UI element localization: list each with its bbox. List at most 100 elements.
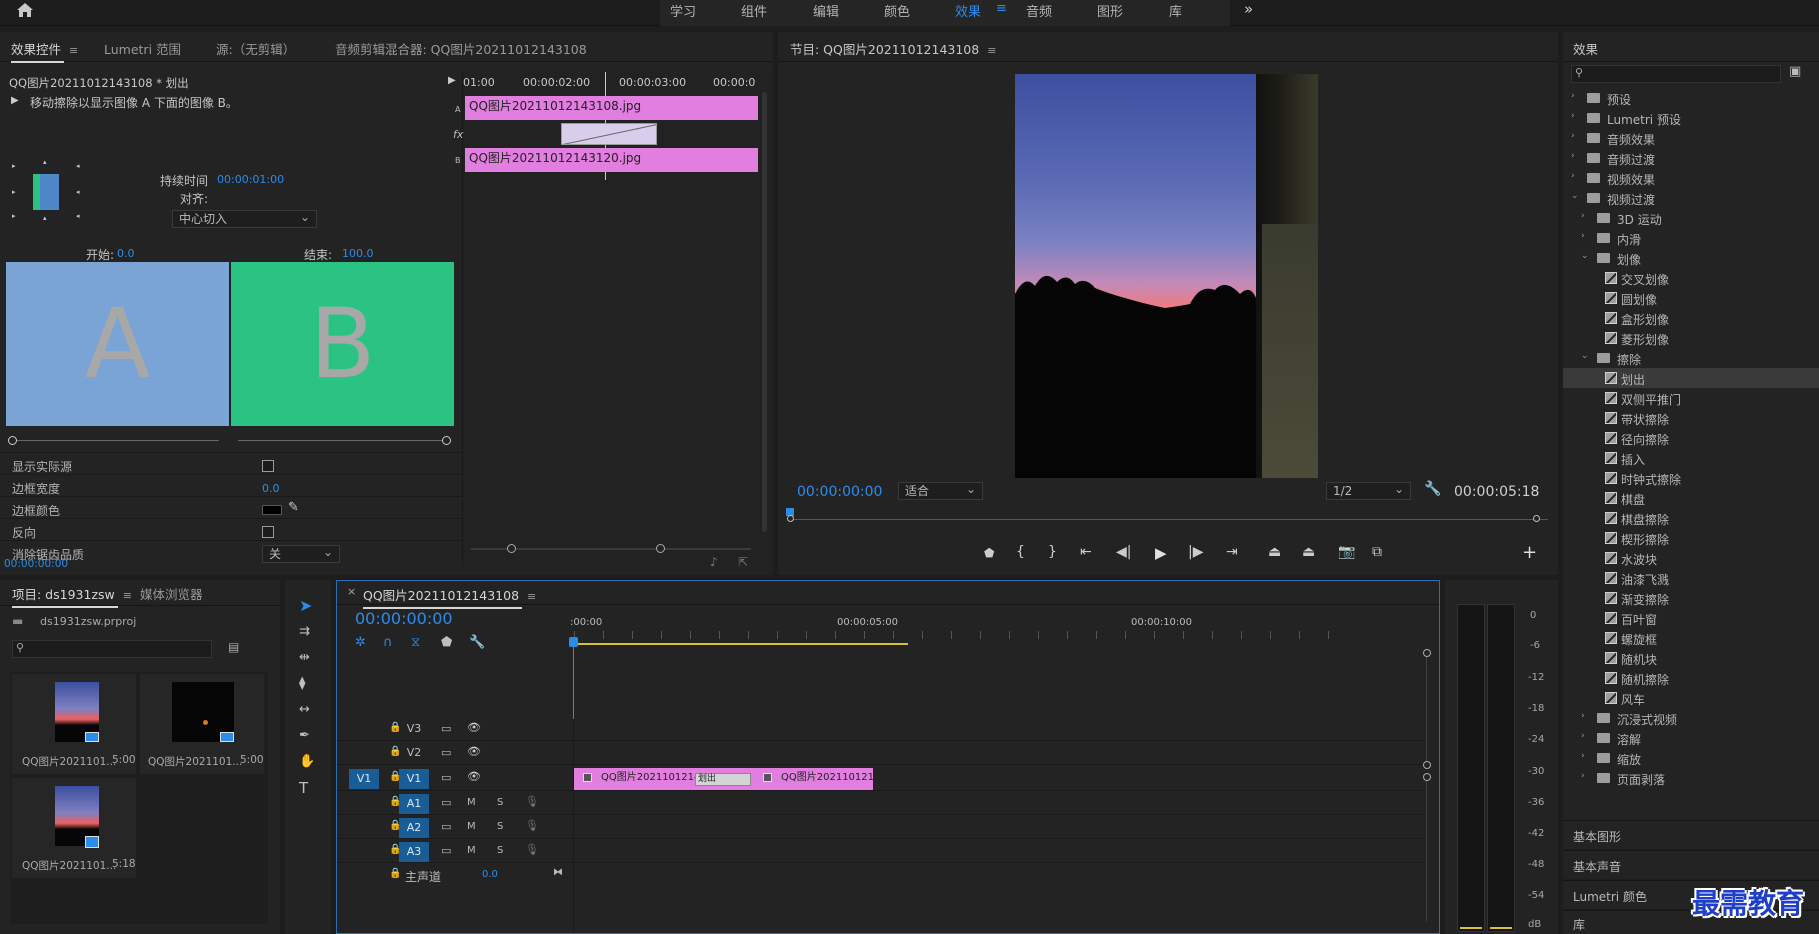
reverse-checkbox[interactable] xyxy=(262,526,274,538)
slip-tool-icon[interactable]: ↔ xyxy=(299,702,310,718)
workspace-menu-icon[interactable]: ≡ xyxy=(996,1,1007,16)
source-patch-v1[interactable]: V1 xyxy=(349,769,379,789)
effects-tree-item[interactable]: 盒形划像 xyxy=(1563,308,1819,328)
mark-out-icon[interactable]: } xyxy=(1048,544,1057,560)
collapsed-chevron-icon[interactable]: › xyxy=(1571,131,1575,141)
effects-tree-item[interactable]: › 视频效果 xyxy=(1563,168,1819,188)
collapsed-chevron-icon[interactable]: › xyxy=(1571,171,1575,181)
eye-icon[interactable]: 👁 xyxy=(467,770,481,783)
effects-tree-item[interactable]: ⌄ 擦除 xyxy=(1563,348,1819,368)
effects-tree-item[interactable]: › Lumetri 预设 xyxy=(1563,108,1819,128)
timeline-ruler[interactable]: :00:00 00:00:05:00 00:00:10:00 xyxy=(570,617,1344,649)
master-volume[interactable]: 0.0 xyxy=(482,869,498,880)
effects-tree-item[interactable]: 水波块 xyxy=(1563,548,1819,568)
toggle-sync-icon[interactable]: ▭ xyxy=(441,796,451,809)
start-slider[interactable] xyxy=(8,435,223,447)
ripple-edit-tool-icon[interactable]: ⇹ xyxy=(299,650,310,666)
tab-source[interactable]: 源:（无剪辑） xyxy=(216,39,295,58)
home-icon[interactable] xyxy=(16,2,34,18)
border-width-value[interactable]: 0.0 xyxy=(262,482,280,495)
effects-tree-item[interactable]: › 缩放 xyxy=(1563,748,1819,768)
new-bin-icon[interactable]: ▣ xyxy=(1789,64,1801,79)
essential-graphics-panel[interactable]: 基本图形 xyxy=(1563,820,1819,849)
effects-tree-item[interactable]: 棋盘擦除 xyxy=(1563,508,1819,528)
transition-block[interactable] xyxy=(561,123,657,145)
effects-tree-item[interactable]: 渐变擦除 xyxy=(1563,588,1819,608)
work-area-bar[interactable] xyxy=(574,643,908,645)
effects-tree-item[interactable]: ⌄ 视频过渡 xyxy=(1563,188,1819,208)
collapsed-chevron-icon[interactable]: › xyxy=(1571,91,1575,101)
step-forward-icon[interactable]: |▶ xyxy=(1188,544,1203,560)
effects-tree-item[interactable]: › 溶解 xyxy=(1563,728,1819,748)
effects-tree-item[interactable]: 菱形划像 xyxy=(1563,328,1819,348)
more-workspaces-icon[interactable]: » xyxy=(1244,0,1253,18)
duration-value[interactable]: 00:00:01:00 xyxy=(217,173,284,186)
eyedropper-icon[interactable]: ✎ xyxy=(288,500,299,515)
collapsed-chevron-icon[interactable]: › xyxy=(1581,751,1585,761)
expanded-chevron-icon[interactable]: ⌄ xyxy=(1571,191,1579,201)
workspace-tab-learn[interactable]: 学习 xyxy=(670,1,696,20)
selection-tool-icon[interactable]: ➤ xyxy=(299,598,312,614)
workspace-tab-editing[interactable]: 编辑 xyxy=(813,1,839,20)
fit-dropdown[interactable]: 适合 xyxy=(898,481,983,500)
effect-controls-timecode[interactable]: 00:00:00:00 xyxy=(4,558,68,570)
go-to-out-icon[interactable]: ⇥ xyxy=(1226,544,1238,560)
effects-tree-item[interactable]: 交叉划像 xyxy=(1563,268,1819,288)
close-sequence-icon[interactable]: × xyxy=(347,585,356,598)
mic-icon[interactable]: 🎙 xyxy=(525,843,539,856)
export-audio-icon[interactable]: ♪ xyxy=(710,555,718,569)
effects-tree-item[interactable]: 螺旋框 xyxy=(1563,628,1819,648)
resolution-dropdown[interactable]: 1/2 xyxy=(1326,481,1411,500)
collapsed-chevron-icon[interactable]: › xyxy=(1581,711,1585,721)
toggle-sync-icon[interactable]: ▭ xyxy=(441,844,451,857)
program-title[interactable]: 节目: QQ图片20211012143108 ≡ xyxy=(790,39,996,58)
solo-button[interactable]: S xyxy=(497,845,503,856)
effects-tree-item[interactable]: › 内滑 xyxy=(1563,228,1819,248)
effects-title[interactable]: 效果 xyxy=(1573,39,1598,58)
program-current-timecode[interactable]: 00:00:00:00 xyxy=(797,484,882,500)
timeline-settings-icon[interactable]: 🔧 xyxy=(469,635,485,651)
workspace-tab-libraries[interactable]: 库 xyxy=(1169,1,1182,20)
comparison-view-icon[interactable]: ⧉ xyxy=(1372,544,1382,560)
export-frame-icon[interactable]: 📷 xyxy=(1338,544,1355,560)
effects-tree-item[interactable]: › 页面剥落 xyxy=(1563,768,1819,788)
track-label-a3[interactable]: A3 xyxy=(399,842,429,862)
toggle-sync-icon[interactable]: ▭ xyxy=(441,820,451,833)
mute-button[interactable]: M xyxy=(467,821,476,832)
border-color-swatch[interactable] xyxy=(262,505,282,515)
expanded-chevron-icon[interactable]: ⌄ xyxy=(1581,351,1589,361)
play-icon[interactable]: ▶ xyxy=(1155,544,1167,562)
effects-tree-item[interactable]: 棋盘 xyxy=(1563,488,1819,508)
razor-tool-icon[interactable]: ⧫ xyxy=(299,676,305,692)
sequence-tab[interactable]: QQ图片20211012143108 ≡ xyxy=(363,585,536,609)
pen-tool-icon[interactable]: ✒ xyxy=(299,728,310,744)
solo-button[interactable]: S xyxy=(497,797,503,808)
timeline-scrollbar-v[interactable] xyxy=(1423,649,1431,933)
project-item[interactable]: QQ图片2021101... 5:18 xyxy=(12,778,136,878)
project-item[interactable]: QQ图片2021101... 5:00 xyxy=(140,674,264,774)
timeline-timecode[interactable]: 00:00:00:00 xyxy=(355,609,453,628)
eye-icon[interactable]: 👁 xyxy=(467,721,481,734)
align-dropdown[interactable]: 中心切入 xyxy=(172,209,317,228)
show-actual-sources-checkbox[interactable] xyxy=(262,460,274,472)
program-video-frame[interactable] xyxy=(1015,74,1318,478)
effects-tree-item[interactable]: 双侧平推门 xyxy=(1563,388,1819,408)
project-search-input[interactable]: ⚲ xyxy=(12,640,212,658)
collapsed-chevron-icon[interactable]: › xyxy=(1581,211,1585,221)
mini-zoom-slider[interactable] xyxy=(471,543,751,555)
track-label-v3[interactable]: V3 xyxy=(399,719,429,739)
track-label-v2[interactable]: V2 xyxy=(399,743,429,763)
mark-in-icon[interactable]: { xyxy=(1016,544,1025,560)
workspace-tab-assembly[interactable]: 组件 xyxy=(741,1,767,20)
workspace-tab-effects[interactable]: 效果 xyxy=(955,1,981,20)
track-select-tool-icon[interactable]: ⇉ xyxy=(299,624,310,640)
snap-icon[interactable]: ∩ xyxy=(383,635,393,651)
solo-button[interactable]: S xyxy=(497,821,503,832)
insert-sequence-icon[interactable]: ✲ xyxy=(355,635,366,651)
essential-sound-panel[interactable]: 基本声音 xyxy=(1563,850,1819,879)
track-label-a2[interactable]: A2 xyxy=(399,818,429,838)
effects-tree-item[interactable]: › 音频过渡 xyxy=(1563,148,1819,168)
go-to-in-icon[interactable]: ⇤ xyxy=(1080,544,1092,560)
effects-tree-item[interactable]: 风车 xyxy=(1563,688,1819,708)
hand-tool-icon[interactable]: ✋ xyxy=(299,754,315,770)
